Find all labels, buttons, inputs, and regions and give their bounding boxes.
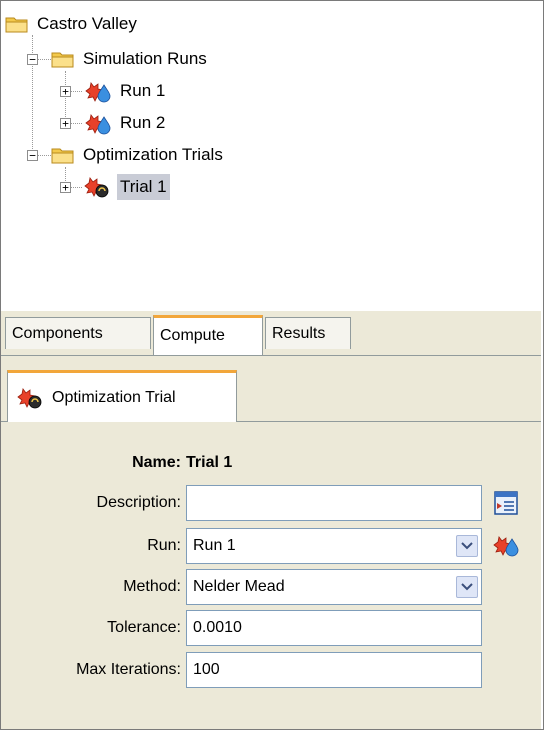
tree-node-label[interactable]: Castro Valley [34,11,140,37]
method-select-value: Nelder Mead [193,578,285,595]
tree-node-label[interactable]: Simulation Runs [80,46,210,72]
chevron-down-icon [461,583,473,591]
expand-trial-1-button[interactable]: + [60,182,71,193]
method-label: Method: [123,578,181,595]
tolerance-label: Tolerance: [107,619,181,636]
tree-node-label[interactable]: Optimization Trials [80,142,226,168]
tree-node-label[interactable]: Run 1 [117,78,168,104]
run-dropdown-button[interactable] [456,535,478,557]
editor-tab-label: Optimization Trial [52,388,176,406]
run-select[interactable]: Run 1 [186,528,482,564]
description-label: Description: [96,494,181,511]
tree-node-optimization-trials[interactable]: Optimization Trials [51,140,226,170]
expand-run-1-button[interactable]: + [60,86,71,97]
tree-node-label-selected[interactable]: Trial 1 [117,174,170,200]
name-value: Trial 1 [186,454,233,471]
max-iterations-field[interactable] [186,652,482,688]
tree-connector [70,187,82,188]
tree-node-castro-valley[interactable]: Castro Valley [5,9,140,39]
optimization-trial-icon [17,387,42,408]
description-editor-button[interactable] [491,488,521,518]
editor-tab-row: Optimization Trial [1,356,541,422]
folder-icon [5,17,28,33]
tree-node-run-2[interactable]: Run 2 [83,108,168,138]
simulation-run-icon [85,82,111,103]
collapse-optimization-trials-button[interactable]: − [27,150,38,161]
run-select-value: Run 1 [193,537,236,554]
tree-node-run-1[interactable]: Run 1 [83,76,168,106]
tree-node-simulation-runs[interactable]: Simulation Runs [51,44,210,74]
max-iterations-label: Max Iterations: [76,661,181,678]
tab-optimization-trial[interactable]: Optimization Trial [7,370,237,422]
tree-node-label[interactable]: Run 2 [117,110,168,136]
description-editor-icon [494,491,518,515]
simulation-run-icon [85,114,111,135]
folder-icon [51,148,74,164]
method-dropdown-button[interactable] [456,576,478,598]
tab-components[interactable]: Components [5,317,151,349]
tab-results[interactable]: Results [265,317,351,349]
run-label: Run: [147,537,181,554]
tree-connector [37,155,51,156]
optimization-trial-icon [84,177,109,198]
watershed-tree[interactable]: Castro Valley − Simulation Runs + Run 1 … [1,1,541,312]
tree-connector [70,123,82,124]
run-open-button[interactable] [491,530,521,560]
tree-node-trial-1[interactable]: Trial 1 [83,172,170,202]
collapse-simulation-runs-button[interactable]: − [27,54,38,65]
tab-compute[interactable]: Compute [153,315,263,355]
chevron-down-icon [461,542,473,550]
tree-connector [70,91,82,92]
tolerance-field[interactable] [186,610,482,646]
optimization-trial-editor: Optimization Trial Name: Trial 1 Descrip… [1,356,541,729]
folder-icon [51,52,74,68]
name-label: Name: [132,454,181,471]
description-field[interactable] [186,485,482,521]
tree-connector [37,59,51,60]
expand-run-2-button[interactable]: + [60,118,71,129]
simulation-run-icon [493,536,519,557]
method-select[interactable]: Nelder Mead [186,569,482,605]
component-tab-bar: Components Compute Results [1,311,541,356]
